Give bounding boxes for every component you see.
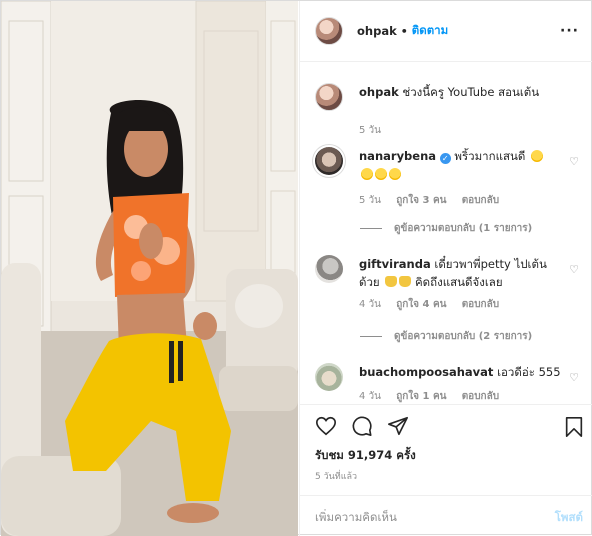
post-actions: รับชม 91,974 ครั้ง 5 วันที่แล้ว [300,404,592,502]
comment-meta: 5 วัน ถูกใจ 3 คน ตอบกลับ [359,193,511,208]
bookmark-icon[interactable] [563,415,585,439]
post-header: ohpak • ติดตาม ··· [300,1,592,62]
header-username[interactable]: ohpak [357,24,397,38]
separator-dot: • [400,24,408,38]
view-replies-label: ดูข้อความตอบกลับ (2 รายการ) [394,331,533,342]
comment-like-heart-icon[interactable]: ♡ [569,263,579,276]
emoji-smile-icon [531,150,543,162]
comment-username[interactable]: buachompoosahavat [359,365,493,379]
comment-text: พริ้วมากแสนดี [454,149,526,163]
comment-time[interactable]: 5 วัน [359,195,381,206]
emoji-smile-icon [361,168,373,180]
emoji-smile-icon [375,168,387,180]
comment-body: giftviranda เดี๋ยวพาพี่petty ไปเต้นด้วย … [359,255,564,291]
comment-likes[interactable]: ถูกใจ 4 คน [396,299,446,310]
replies-divider-line [360,227,382,229]
avatar[interactable] [315,17,343,45]
reply-button[interactable]: ตอบกลับ [462,391,499,402]
share-icon[interactable] [387,415,409,437]
emoji-hands-icon [399,276,412,287]
comment-time[interactable]: 4 วัน [359,391,381,402]
caption-username[interactable]: ohpak [359,85,399,99]
comment-body: nanarybena ✓ พริ้วมากแสนดี [359,147,564,183]
avatar[interactable] [315,83,343,111]
comment-likes[interactable]: ถูกใจ 3 คน [396,195,446,206]
caption-meta: 5 วัน [359,123,393,138]
verified-badge-icon: ✓ [439,153,451,164]
instagram-post: ohpak • ติดตาม ··· ohpak ช่วงนี้ครู YouT… [0,0,592,536]
view-replies-label: ดูข้อความตอบกลับ (1 รายการ) [394,223,533,234]
comment-text-tail: คิดถึงแสนดีจังเลย [414,275,503,289]
comment-time[interactable]: 4 วัน [359,299,381,310]
caption-body: ohpak ช่วงนี้ครู YouTube สอนเต้น [359,83,564,101]
comment-username[interactable]: nanarybena [359,149,436,163]
caption-text: ช่วงนี้ครู YouTube สอนเต้น [402,85,540,99]
comment-likes[interactable]: ถูกใจ 1 คน [396,391,446,402]
reply-button[interactable]: ตอบกลับ [462,299,499,310]
emoji-hands-icon [385,276,398,287]
follow-button[interactable]: ติดตาม [412,22,448,40]
comment-meta: 4 วัน ถูกใจ 1 คน ตอบกลับ [359,389,511,403]
comment-icon[interactable] [351,415,373,437]
view-replies-button[interactable]: ดูข้อความตอบกลับ (2 รายการ) [360,329,532,344]
reply-button[interactable]: ตอบกลับ [462,195,499,206]
posted-time[interactable]: 5 วันที่แล้ว [315,469,357,483]
comment-text: เอวดีอ่ะ 555 [497,365,561,379]
view-count[interactable]: รับชม 91,974 ครั้ง [315,447,416,465]
caption-time[interactable]: 5 วัน [359,125,381,136]
comment-body: buachompoosahavat เอวดีอ่ะ 555 [359,363,564,381]
view-replies-button[interactable]: ดูข้อความตอบกลับ (1 รายการ) [360,221,532,236]
avatar[interactable] [315,363,343,391]
post-sidebar: ohpak • ติดตาม ··· ohpak ช่วงนี้ครู YouT… [299,1,592,536]
replies-divider-line [360,335,382,337]
action-icons [315,415,585,441]
avatar[interactable] [315,147,343,175]
avatar[interactable] [315,255,343,283]
comment-meta: 4 วัน ถูกใจ 4 คน ตอบกลับ [359,297,511,312]
more-horizontal-icon[interactable]: ··· [560,23,579,39]
comments-list: ohpak ช่วงนี้ครู YouTube สอนเต้น 5 วัน n… [300,63,592,403]
comment-like-heart-icon[interactable]: ♡ [569,371,579,384]
comment-like-heart-icon[interactable]: ♡ [569,155,579,168]
post-comment-button[interactable]: โพสต์ [555,509,583,527]
add-comment-bar: เพิ่มความคิดเห็น โพสต์ [300,495,592,536]
video-frame-illustration [1,1,298,536]
heart-icon[interactable] [315,415,337,437]
comment-username[interactable]: giftviranda [359,257,431,271]
comment-input[interactable]: เพิ่มความคิดเห็น [315,509,397,527]
emoji-smile-icon [389,168,401,180]
post-video[interactable] [1,1,298,536]
